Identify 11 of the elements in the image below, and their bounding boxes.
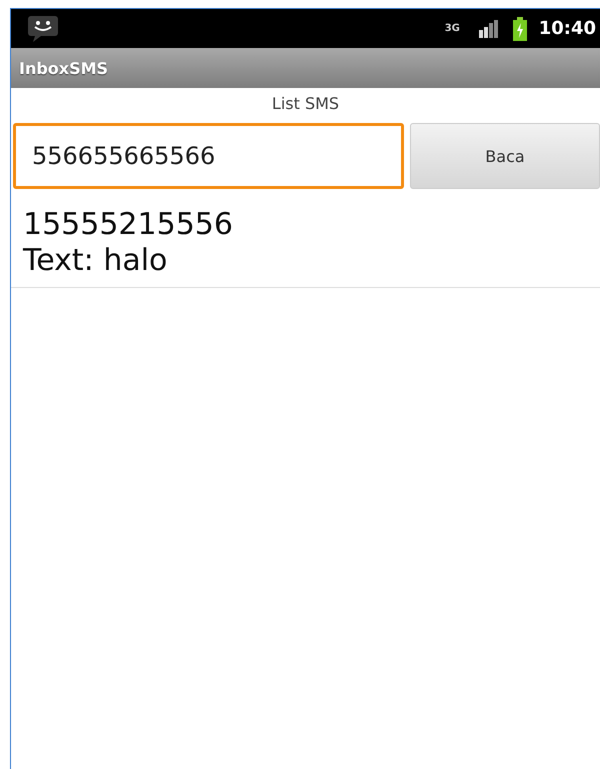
smiley-message-icon — [27, 14, 59, 42]
number-field[interactable]: 556655665566 — [13, 123, 404, 189]
sender-number: 15555215556 — [23, 207, 234, 243]
message-text: Text: halo — [23, 243, 168, 279]
read-button[interactable]: Baca — [410, 123, 600, 189]
window-title: InboxSMS — [19, 58, 108, 78]
battery-charging-icon — [512, 16, 527, 40]
list-heading: List SMS — [270, 93, 340, 115]
network-label: 3G — [444, 24, 461, 34]
signal-icon — [478, 20, 499, 38]
clock-time: 10:40 — [538, 18, 596, 39]
